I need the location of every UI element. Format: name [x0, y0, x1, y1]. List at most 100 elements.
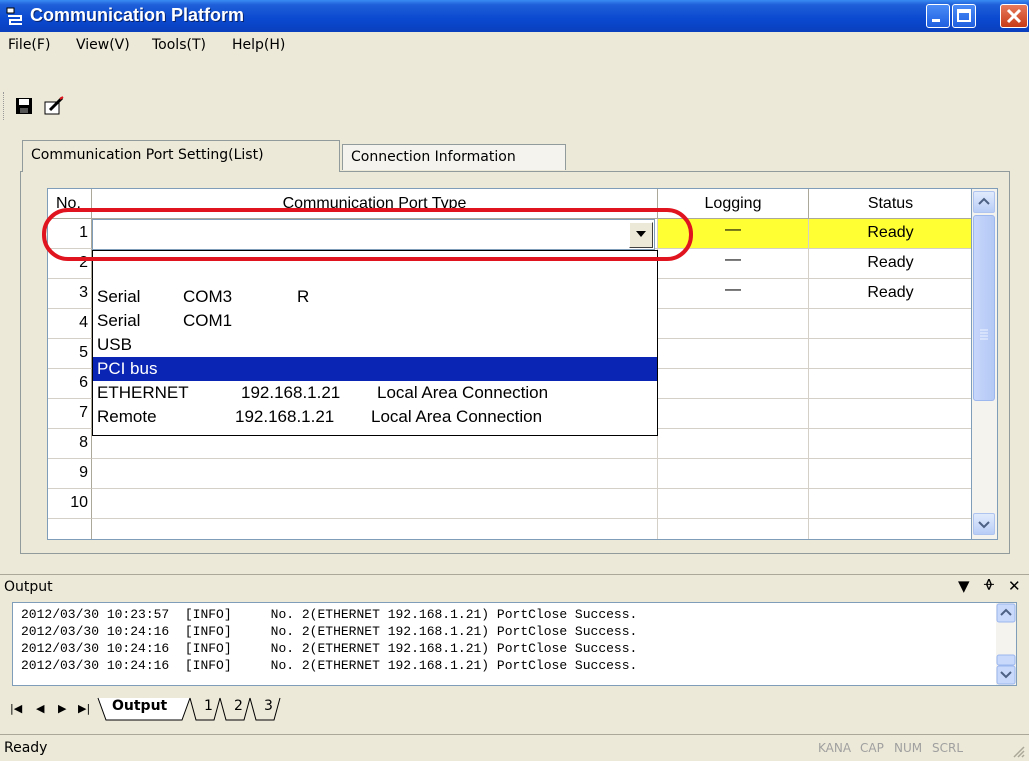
output-tab-2[interactable]: 2: [234, 698, 243, 714]
log-message: No. 2(ETHERNET 192.168.1.21) PortClose S…: [270, 658, 638, 673]
option-kind: Serial: [97, 311, 141, 330]
log-line: 2012/03/30 10:24:16 [INFO] No. 2(ETHERNE…: [21, 658, 637, 673]
pin-icon[interactable]: ᚖ: [984, 577, 994, 592]
dropdown-option-usb[interactable]: USB: [93, 333, 657, 357]
resize-grip-icon[interactable]: [1012, 745, 1026, 759]
row-number: 6: [48, 369, 92, 399]
first-page-icon[interactable]: |◀: [10, 702, 22, 715]
status-cell: [809, 429, 971, 459]
edit-icon[interactable]: [42, 94, 66, 118]
menu-help[interactable]: Help(H): [232, 37, 285, 53]
toolbar-grip[interactable]: [3, 92, 7, 120]
status-bar: Ready KANA CAP NUM SCRL: [0, 734, 1029, 761]
option-address: COM3: [183, 287, 233, 306]
option-kind: PCI bus: [97, 359, 158, 378]
maximize-button[interactable]: [952, 4, 976, 28]
tab-port-setting[interactable]: Communication Port Setting(List): [22, 140, 340, 172]
dropdown-option-serial-com1[interactable]: Serial COM1: [93, 309, 657, 333]
save-icon[interactable]: [12, 94, 36, 118]
tab-connection-information[interactable]: Connection Information: [342, 144, 566, 170]
port-type-dropdown-list[interactable]: Serial COM3 R Serial COM1 USB PCI bus ET…: [92, 250, 658, 436]
output-scrollbar[interactable]: [996, 603, 1016, 685]
grip-icon: [980, 329, 988, 340]
menu-file[interactable]: File(F): [8, 37, 50, 53]
minimize-icon: [932, 19, 940, 22]
table-row[interactable]: 10: [48, 489, 971, 519]
menu-tools[interactable]: Tools(T): [152, 37, 206, 53]
row-number: 9: [48, 459, 92, 489]
row-number: [48, 519, 92, 539]
port-type-cell[interactable]: [92, 519, 658, 539]
logging-cell[interactable]: [658, 429, 809, 459]
minimize-button[interactable]: [926, 4, 950, 28]
logging-cell[interactable]: —: [658, 279, 809, 309]
scroll-up-button[interactable]: [973, 191, 995, 213]
status-cell: [809, 399, 971, 429]
maximize-icon: [957, 9, 971, 22]
prev-page-icon[interactable]: ◀: [36, 702, 44, 715]
logging-cell[interactable]: [658, 369, 809, 399]
status-cell: [809, 459, 971, 489]
last-page-icon[interactable]: ▶|: [78, 702, 90, 715]
port-type-cell[interactable]: [92, 459, 658, 489]
output-tab-strip: |◀ ◀ ▶ ▶| Output 1 2 3: [0, 696, 1029, 722]
port-type-cell[interactable]: [92, 489, 658, 519]
row-number: 7: [48, 399, 92, 429]
dropdown-option-remote[interactable]: Remote 192.168.1.21 Local Area Connectio…: [93, 405, 657, 429]
output-log[interactable]: 2012/03/30 10:23:57 [INFO] No. 2(ETHERNE…: [12, 602, 1017, 686]
chevron-down-icon: [978, 521, 990, 529]
grid-scrollbar[interactable]: [972, 188, 998, 540]
option-kind: ETHERNET: [97, 383, 189, 402]
dropdown-option-pci-bus[interactable]: PCI bus: [93, 357, 657, 381]
table-row[interactable]: 9: [48, 459, 971, 489]
log-message: No. 2(ETHERNET 192.168.1.21) PortClose S…: [270, 641, 638, 656]
logging-cell[interactable]: [658, 489, 809, 519]
logging-cell[interactable]: [658, 339, 809, 369]
logging-cell[interactable]: [658, 399, 809, 429]
log-line: 2012/03/30 10:24:16 [INFO] No. 2(ETHERNE…: [21, 641, 637, 656]
status-cell: [809, 489, 971, 519]
output-tab-output[interactable]: Output: [112, 698, 167, 714]
option-address: COM1: [183, 311, 233, 330]
header-status[interactable]: Status: [809, 189, 971, 219]
close-panel-icon[interactable]: ✕: [1008, 577, 1021, 595]
scroll-down-button[interactable]: [973, 513, 995, 535]
app-window: Communication Platform File(F) View(V) T…: [0, 0, 1029, 760]
dropdown-menu-icon[interactable]: ▼: [958, 577, 970, 595]
log-time: 2012/03/30 10:24:16: [21, 658, 170, 673]
row-number: 10: [48, 489, 92, 519]
title-bar[interactable]: Communication Platform: [0, 0, 1029, 32]
close-button[interactable]: [1000, 4, 1028, 28]
option-extra: Local Area Connection: [377, 383, 549, 402]
output-tab-1[interactable]: 1: [204, 698, 213, 714]
dropdown-option-serial-com3[interactable]: Serial COM3 R: [93, 285, 657, 309]
log-line: 2012/03/30 10:24:16 [INFO] No. 2(ETHERNE…: [21, 624, 637, 639]
option-extra: Local Area Connection: [371, 407, 543, 426]
output-panel: Output ▼ ᚖ ✕ 2012/03/30 10:23:57 [INFO] …: [0, 574, 1029, 734]
option-kind: Remote: [97, 407, 157, 426]
log-message: No. 2(ETHERNET 192.168.1.21) PortClose S…: [270, 607, 638, 622]
menu-bar: File(F) View(V) Tools(T) Help(H): [0, 33, 1029, 57]
close-icon: [1006, 8, 1022, 24]
output-header: Output ▼ ᚖ ✕: [0, 574, 1029, 599]
next-page-icon[interactable]: ▶: [58, 702, 66, 715]
option-kind: USB: [97, 335, 132, 354]
dropdown-option-ethernet[interactable]: ETHERNET 192.168.1.21 Local Area Connect…: [93, 381, 657, 405]
scroll-thumb[interactable]: [973, 215, 995, 401]
window-title: Communication Platform: [30, 5, 245, 25]
option-address: 192.168.1.21: [235, 407, 335, 426]
menu-view[interactable]: View(V): [76, 37, 130, 53]
logging-cell[interactable]: [658, 309, 809, 339]
logging-cell[interactable]: [658, 459, 809, 489]
table-row[interactable]: [48, 519, 971, 539]
row-number: 4: [48, 309, 92, 339]
status-cell: [809, 309, 971, 339]
callout-highlight: [42, 208, 693, 261]
indicator-kana: KANA: [818, 741, 852, 755]
row-number: 3: [48, 279, 92, 309]
logging-cell[interactable]: [658, 519, 809, 539]
row-number: 5: [48, 339, 92, 369]
status-cell: Ready: [809, 279, 971, 309]
output-tab-3[interactable]: 3: [264, 698, 273, 714]
row-number: 8: [48, 429, 92, 459]
